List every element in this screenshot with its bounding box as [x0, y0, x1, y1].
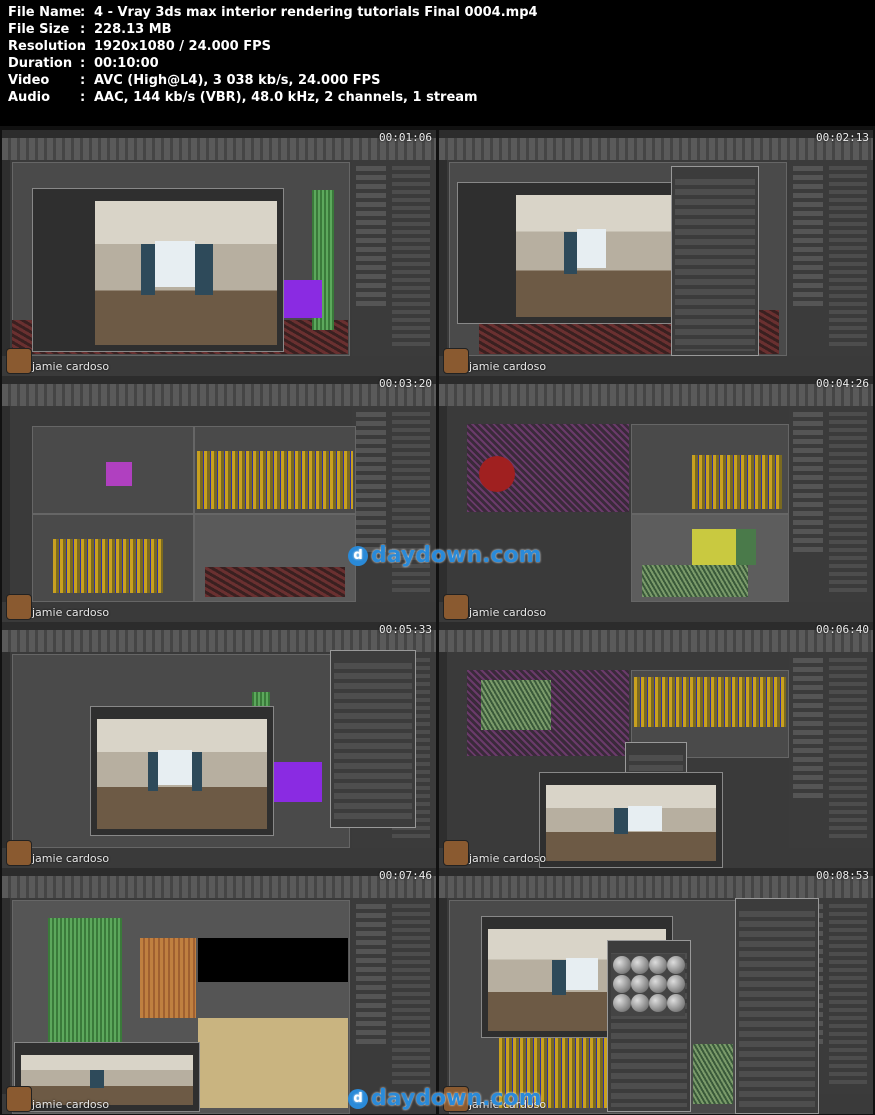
video-thumbnail-3[interactable]: 00:03:20 jamie cardoso: [2, 376, 436, 622]
command-panel: [352, 898, 436, 1094]
timestamp: 00:08:53: [816, 869, 869, 882]
toolbar: [2, 630, 436, 652]
info-key: Audio: [8, 90, 51, 105]
timestamp: 00:06:40: [816, 623, 869, 636]
watermark: d daydown.com: [348, 543, 542, 568]
viewport-top: [467, 670, 629, 756]
command-panel: [352, 160, 436, 356]
timestamp: 00:02:13: [816, 131, 869, 144]
info-value: AAC, 144 kb/s (VBR), 48.0 kHz, 2 channel…: [94, 90, 478, 105]
username: jamie cardoso: [32, 606, 110, 619]
avatar: [6, 348, 32, 374]
command-panel: [789, 652, 873, 848]
watermark-icon: d: [348, 546, 368, 566]
command-panel: [789, 160, 873, 356]
viewport-front: [631, 424, 789, 514]
info-key: File Name: [8, 5, 82, 20]
vray-frame-buffer: [32, 188, 284, 352]
video-thumbnail-1[interactable]: 00:01:06 jamie cardoso: [2, 130, 436, 376]
vray-frame-buffer: [539, 772, 723, 868]
info-row-file-name: File Name: 4 - Vray 3ds max interior rend…: [8, 5, 538, 20]
avatar: [443, 594, 469, 620]
video-thumbnail-2[interactable]: 00:02:13 jamie cardoso: [439, 130, 873, 376]
toolbar: [439, 630, 873, 652]
info-key: Video: [8, 73, 50, 88]
timestamp: 00:04:26: [816, 377, 869, 390]
info-row-duration: Duration:00:10:00: [8, 56, 159, 71]
viewport-left: [32, 514, 194, 602]
video-thumbnail-5[interactable]: 00:05:33 jamie cardoso: [2, 622, 436, 868]
viewport-perspective: [194, 514, 356, 602]
video-thumbnail-8[interactable]: 00:08:53 jamie cardoso: [439, 868, 873, 1114]
toolbar: [2, 138, 436, 160]
username: jamie cardoso: [469, 360, 547, 373]
video-thumbnail-4[interactable]: 00:04:26 jamie cardoso: [439, 376, 873, 622]
avatar: [6, 594, 32, 620]
avatar: [443, 348, 469, 374]
info-value: 00:10:00: [94, 56, 159, 71]
toolbar: [439, 876, 873, 898]
command-panel: [352, 406, 436, 602]
info-key: Duration: [8, 56, 73, 71]
viewport-perspective: [631, 514, 789, 602]
vray-frame-buffer: [457, 182, 684, 324]
viewport-front: [194, 426, 356, 514]
info-key: Resolution: [8, 39, 87, 54]
render-progress-dialog: [330, 650, 416, 828]
render-setup-dialog: [735, 898, 819, 1114]
info-value: AVC (High@L4), 3 038 kb/s, 24.000 FPS: [94, 73, 381, 88]
info-value: 1920x1080 / 24.000 FPS: [94, 39, 272, 54]
info-key: File Size: [8, 22, 70, 37]
avatar: [443, 840, 469, 866]
vray-frame-buffer: [90, 706, 274, 836]
info-value: 4 - Vray 3ds max interior rendering tuto…: [94, 5, 538, 20]
command-panel: [789, 406, 873, 602]
info-row-audio: Audio: AAC, 144 kb/s (VBR), 48.0 kHz, 2 c…: [8, 90, 478, 105]
toolbar: [2, 876, 436, 898]
watermark: d daydown.com: [348, 1086, 542, 1111]
material-slots: [611, 954, 685, 1016]
timestamp: 00:07:46: [379, 869, 432, 882]
toolbar: [439, 384, 873, 406]
timestamp: 00:01:06: [379, 131, 432, 144]
info-row-resolution: Resolution: 1920x1080 / 24.000 FPS: [8, 39, 272, 54]
render-setup-dialog: [671, 166, 759, 356]
username: jamie cardoso: [32, 360, 110, 373]
username: jamie cardoso: [32, 852, 110, 865]
toolbar: [439, 138, 873, 160]
username: jamie cardoso: [32, 1098, 110, 1111]
info-value: 228.13 MB: [94, 22, 172, 37]
toolbar: [2, 384, 436, 406]
video-thumbnail-7[interactable]: 00:07:46 jamie cardoso: [2, 868, 436, 1114]
username: jamie cardoso: [469, 852, 547, 865]
avatar: [6, 1086, 32, 1112]
username: jamie cardoso: [469, 606, 547, 619]
media-info-header: File Name: 4 - Vray 3ds max interior rend…: [0, 0, 875, 126]
info-row-file-size: File Size:228.13 MB: [8, 22, 172, 37]
info-row-video: Video: AVC (High@L4), 3 038 kb/s, 24.000 …: [8, 73, 381, 88]
thumbnail-grid: 00:01:06 jamie cardoso 00:02:13 jamie ca…: [0, 126, 875, 1115]
timestamp: 00:05:33: [379, 623, 432, 636]
watermark-icon: d: [348, 1089, 368, 1109]
avatar: [6, 840, 32, 866]
video-thumbnail-6[interactable]: 00:06:40 jamie cardoso: [439, 622, 873, 868]
timestamp: 00:03:20: [379, 377, 432, 390]
